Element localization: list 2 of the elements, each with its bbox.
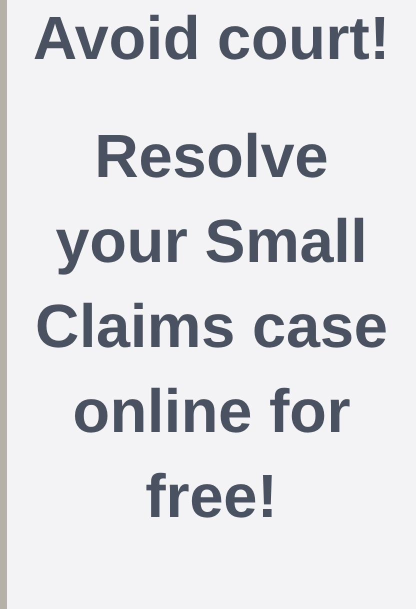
headline: Avoid court!	[33, 3, 390, 74]
promo-message: Resolve your Small Claims case online for free!	[34, 121, 389, 532]
